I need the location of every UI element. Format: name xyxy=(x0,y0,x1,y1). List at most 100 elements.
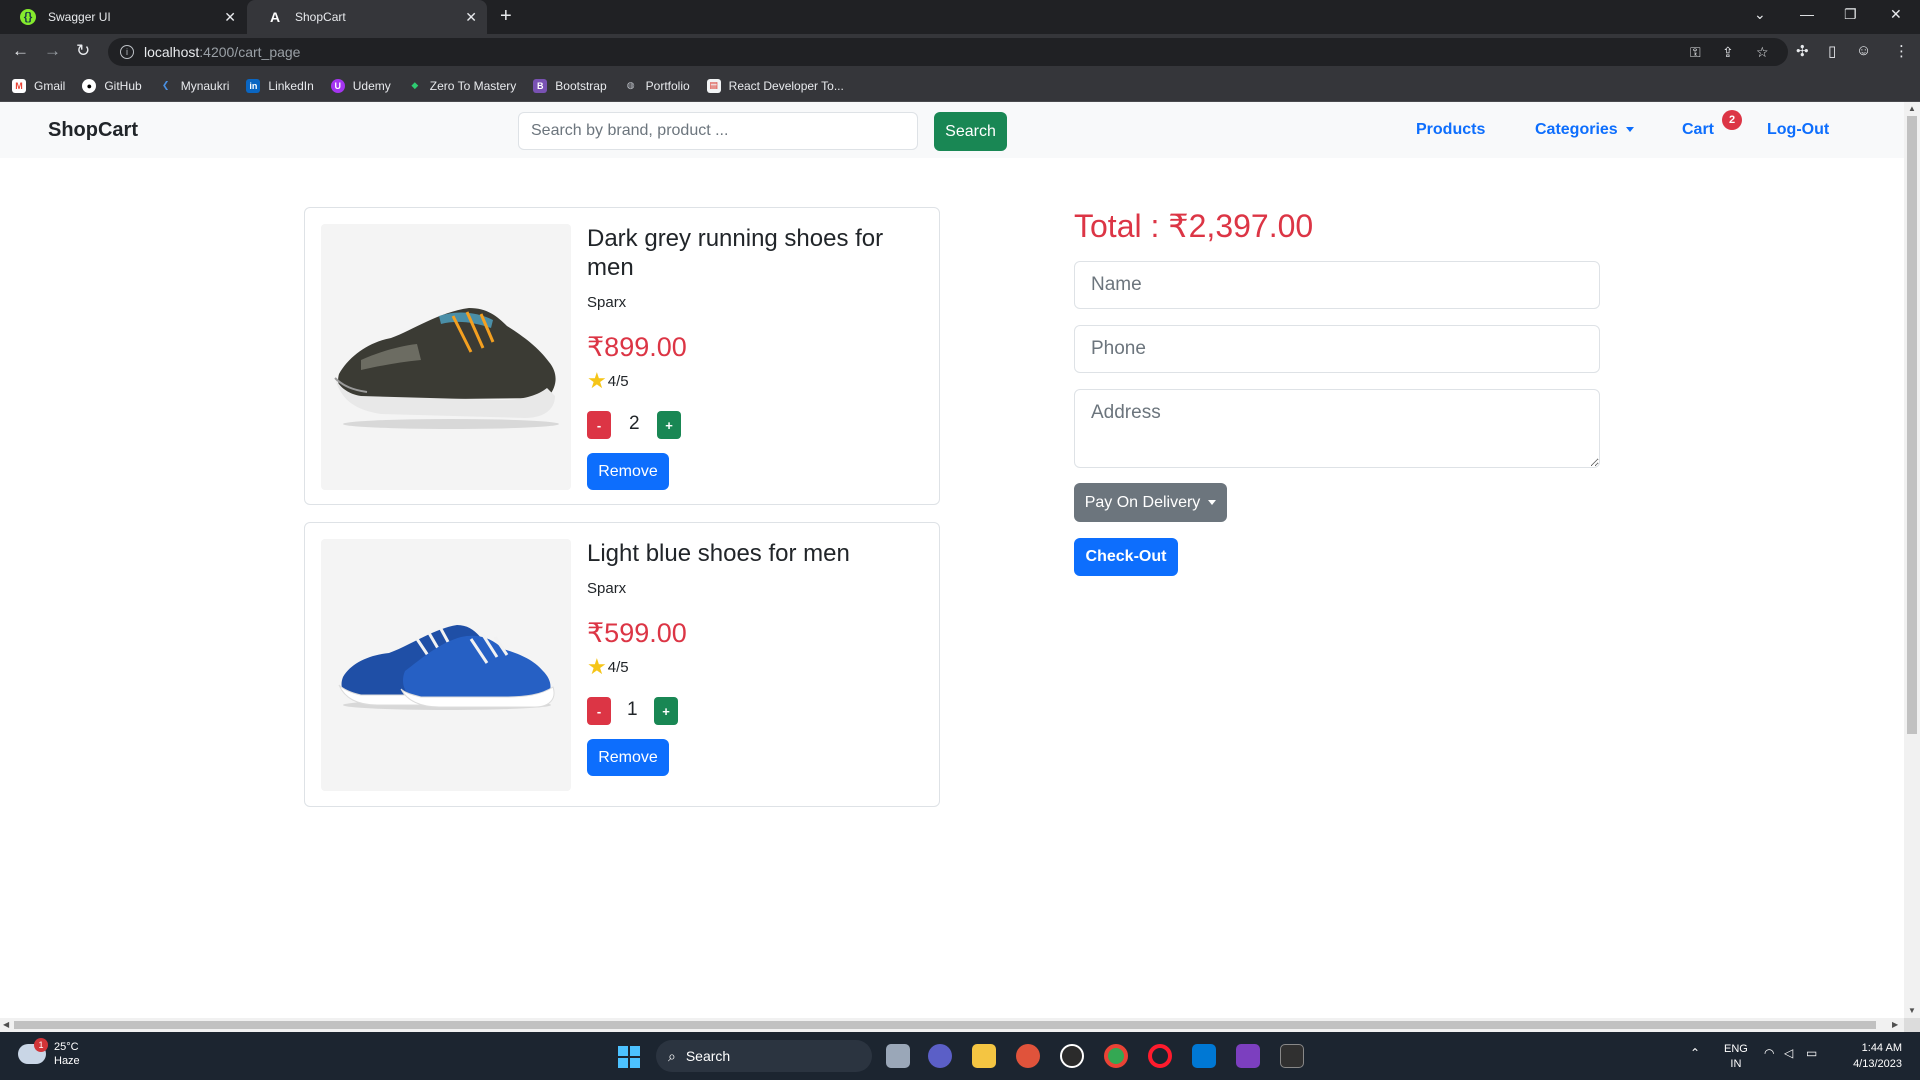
taskbar-clock[interactable]: 1:44 AM 4/13/2023 xyxy=(1836,1040,1902,1072)
git-gui-icon[interactable] xyxy=(1016,1044,1040,1068)
tray-overflow-icon[interactable]: ⌃ xyxy=(1690,1046,1700,1060)
new-tab-button[interactable]: + xyxy=(500,5,512,28)
language-indicator[interactable]: ENG IN xyxy=(1724,1042,1748,1072)
product-title[interactable]: Light blue shoes for men xyxy=(587,539,917,568)
remove-item-button[interactable]: Remove xyxy=(587,453,669,490)
browser-toolbar: ← → ↻ i localhost:4200/cart_page ⚿ ⇪ ☆ ✣… xyxy=(0,34,1920,70)
task-view-icon[interactable] xyxy=(886,1044,910,1068)
weather-temp: 25°C xyxy=(54,1041,79,1053)
media-player-icon[interactable] xyxy=(1060,1044,1084,1068)
minimize-icon[interactable]: — xyxy=(1800,6,1814,22)
checkout-button[interactable]: Check-Out xyxy=(1074,538,1178,576)
scroll-right-icon[interactable]: ▶ xyxy=(1892,1020,1898,1029)
decrease-quantity-button[interactable]: - xyxy=(587,697,611,725)
horizontal-scrollbar[interactable]: ◀ ▶ xyxy=(0,1018,1904,1032)
bookmark-star-icon[interactable]: ☆ xyxy=(1756,44,1769,61)
url-text[interactable]: localhost:4200/cart_page xyxy=(144,44,300,60)
bookmark-udemy[interactable]: U Udemy xyxy=(330,78,391,93)
profile-avatar[interactable]: ☺ xyxy=(1856,42,1871,59)
info-icon[interactable]: i xyxy=(120,45,134,59)
chat-icon[interactable] xyxy=(928,1044,952,1068)
menu-icon[interactable]: ⋮ xyxy=(1894,42,1909,60)
bookmark-portfolio[interactable]: ◍ Portfolio xyxy=(624,79,690,93)
close-tab-icon[interactable]: ✕ xyxy=(224,9,236,26)
product-price: ₹599.00 xyxy=(587,618,687,648)
remove-item-button[interactable]: Remove xyxy=(587,739,669,776)
zero-to-mastery-icon: ◆ xyxy=(411,80,419,90)
github-icon: ● xyxy=(82,78,97,93)
payment-method-dropdown[interactable]: Pay On Delivery xyxy=(1074,483,1227,522)
cart-item-card: Dark grey running shoes for men Sparx ₹8… xyxy=(304,207,940,505)
tab-shopcart[interactable]: A ShopCart ✕ xyxy=(247,0,487,34)
increase-quantity-button[interactable]: + xyxy=(657,411,681,439)
search-button[interactable]: Search xyxy=(934,112,1007,151)
windows-taskbar: 1 25°C Haze ⌕ Search ⌃ ENG IN ◠ ◁ ▭ 1:44 … xyxy=(0,1032,1920,1080)
visual-studio-icon[interactable] xyxy=(1236,1044,1260,1068)
product-price: ₹899.00 xyxy=(587,332,687,362)
vscode-icon[interactable] xyxy=(1192,1044,1216,1068)
scrollbar-corner xyxy=(1904,1018,1920,1032)
file-explorer-icon[interactable] xyxy=(972,1044,996,1068)
vertical-scrollbar[interactable]: ▲ ▼ xyxy=(1904,102,1920,1018)
battery-icon[interactable]: ▭ xyxy=(1806,1046,1817,1060)
product-title[interactable]: Dark grey running shoes for men xyxy=(587,224,917,282)
star-icon: ★ xyxy=(587,654,607,679)
gmail-icon: M xyxy=(12,78,26,93)
back-icon[interactable]: ← xyxy=(12,41,29,61)
nav-cart[interactable]: Cart xyxy=(1682,121,1714,139)
star-icon: ★ xyxy=(587,368,607,393)
name-field[interactable] xyxy=(1074,261,1600,309)
decrease-quantity-button[interactable]: - xyxy=(587,411,611,439)
increase-quantity-button[interactable]: + xyxy=(654,697,678,725)
tab-search-icon[interactable]: ⌄ xyxy=(1754,6,1766,23)
nav-logout[interactable]: Log-Out xyxy=(1767,121,1829,139)
product-image xyxy=(321,224,571,490)
scroll-thumb[interactable] xyxy=(1907,116,1917,734)
restore-icon[interactable]: ❐ xyxy=(1844,6,1857,23)
address-bar[interactable]: i localhost:4200/cart_page ⚿ ⇪ ☆ xyxy=(108,38,1788,66)
scroll-left-icon[interactable]: ◀ xyxy=(3,1020,9,1029)
forward-icon[interactable]: → xyxy=(44,41,61,61)
wifi-icon[interactable]: ◠ xyxy=(1764,1046,1774,1060)
weather-desc: Haze xyxy=(54,1055,80,1067)
side-panel-icon[interactable]: ▯ xyxy=(1828,42,1836,60)
product-brand: Sparx xyxy=(587,294,627,311)
weather-widget[interactable]: 1 25°C Haze xyxy=(18,1038,80,1068)
phone-field[interactable] xyxy=(1074,325,1600,373)
close-tab-icon[interactable]: ✕ xyxy=(465,9,477,26)
terminal-icon[interactable] xyxy=(1280,1044,1304,1068)
bookmark-gmail[interactable]: M Gmail xyxy=(12,78,65,93)
extensions-icon[interactable]: ✣ xyxy=(1796,42,1809,60)
search-icon: ⌕ xyxy=(668,1047,676,1064)
nav-categories[interactable]: Categories xyxy=(1535,121,1634,139)
bookmark-linkedin[interactable]: in LinkedIn xyxy=(246,78,314,93)
share-icon[interactable]: ⇪ xyxy=(1722,44,1734,61)
bookmark-mynaukri[interactable]: ❮ Mynaukri xyxy=(159,79,229,93)
address-field[interactable] xyxy=(1074,389,1600,468)
opera-icon[interactable] xyxy=(1148,1044,1172,1068)
scroll-up-icon[interactable]: ▲ xyxy=(1908,104,1916,113)
reload-icon[interactable]: ↻ xyxy=(76,41,90,61)
nav-products[interactable]: Products xyxy=(1416,121,1485,139)
chrome-web-store-icon: ▤ xyxy=(706,78,721,93)
close-window-icon[interactable]: ✕ xyxy=(1890,6,1902,23)
taskbar-search[interactable]: ⌕ Search xyxy=(656,1040,872,1072)
navbar: ShopCart Search Products Categories Cart… xyxy=(0,102,1904,158)
search-input[interactable] xyxy=(518,112,918,150)
bookmark-bootstrap[interactable]: B Bootstrap xyxy=(533,78,607,93)
chrome-icon[interactable] xyxy=(1104,1044,1128,1068)
brand-logo[interactable]: ShopCart xyxy=(48,119,138,142)
volume-icon[interactable]: ◁ xyxy=(1784,1046,1793,1060)
tab-swagger-ui[interactable]: {} Swagger UI ✕ xyxy=(0,0,246,34)
bookmark-react-developer-tools[interactable]: ▤ React Developer To... xyxy=(706,78,844,93)
scroll-thumb[interactable] xyxy=(14,1021,1876,1029)
quantity-value: 2 xyxy=(629,413,640,434)
dropdown-caret-icon xyxy=(1208,500,1217,505)
bookmark-github[interactable]: ● GitHub xyxy=(82,78,142,93)
cart-item-card: Light blue shoes for men Sparx ₹599.00 ★… xyxy=(304,522,940,807)
start-button[interactable] xyxy=(618,1046,640,1068)
scroll-down-icon[interactable]: ▼ xyxy=(1908,1006,1916,1015)
weather-badge: 1 xyxy=(34,1038,48,1052)
key-icon[interactable]: ⚿ xyxy=(1690,44,1701,61)
bookmark-zero-to-mastery[interactable]: ◆ Zero To Mastery xyxy=(408,79,516,93)
